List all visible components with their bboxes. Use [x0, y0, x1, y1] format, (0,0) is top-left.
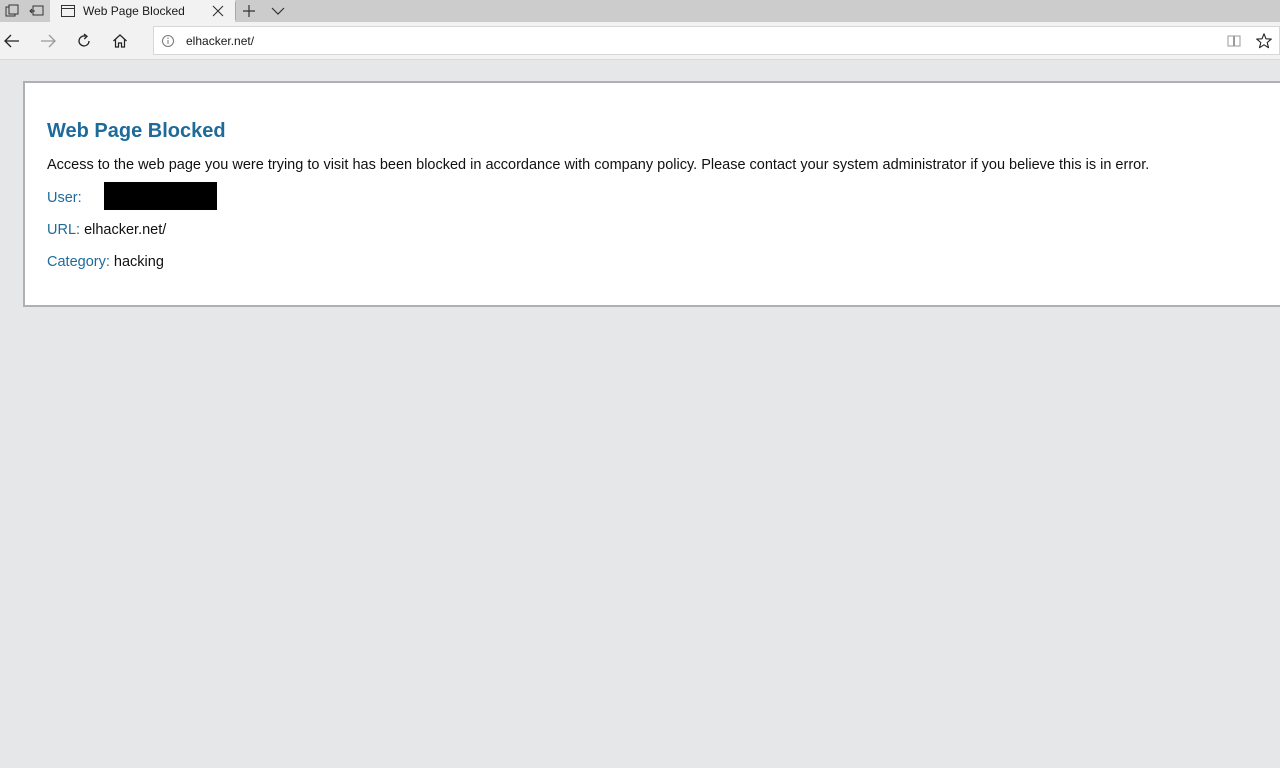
category-label: Category:: [47, 254, 110, 270]
url-value: elhacker.net/: [84, 222, 167, 238]
block-message: Access to the web page you were trying t…: [47, 157, 1150, 173]
refresh-icon: [78, 33, 90, 47]
tab-active[interactable]: Web Page Blocked: [50, 0, 235, 22]
close-icon: [212, 5, 224, 17]
arrow-left-icon: [4, 34, 19, 48]
page-viewport: Web Page Blocked Access to the web page …: [0, 60, 1280, 768]
favorite-star-icon[interactable]: [1255, 32, 1273, 50]
reading-view-icon[interactable]: [1226, 33, 1242, 49]
blocked-page-card: Web Page Blocked Access to the web page …: [23, 81, 1280, 307]
tab-set-aside-icon[interactable]: [0, 0, 24, 22]
home-icon: [113, 34, 127, 48]
navigation-bar: elhacker.net/: [0, 22, 1280, 60]
back-button[interactable]: [0, 29, 24, 53]
info-icon[interactable]: [161, 34, 175, 48]
url-row: URL: elhacker.net/: [47, 221, 166, 239]
forward-button[interactable]: [36, 29, 60, 53]
user-label: User:: [47, 190, 82, 206]
page-title: Web Page Blocked: [47, 120, 226, 142]
url-text[interactable]: elhacker.net/: [186, 34, 254, 48]
new-tab-button[interactable]: [237, 0, 261, 22]
tab-preview-button[interactable]: [266, 0, 290, 22]
redacted-user-value: [104, 182, 217, 210]
tab-close-button[interactable]: [210, 3, 226, 19]
arrow-right-icon: [41, 34, 56, 48]
refresh-button[interactable]: [72, 29, 96, 53]
tab-separator: [235, 2, 236, 20]
url-label: URL:: [47, 222, 81, 238]
user-row: User:: [47, 182, 217, 210]
plus-icon: [243, 5, 255, 17]
category-value: hacking: [113, 254, 164, 270]
category-row: Category: hacking: [47, 253, 164, 271]
tab-bar: Web Page Blocked: [0, 0, 1280, 22]
tabs-aside-icon[interactable]: [25, 0, 49, 22]
home-button[interactable]: [108, 29, 132, 53]
page-icon: [60, 3, 76, 19]
tab-title: Web Page Blocked: [83, 4, 185, 18]
chevron-down-icon: [271, 7, 285, 15]
address-bar[interactable]: elhacker.net/: [153, 26, 1280, 55]
